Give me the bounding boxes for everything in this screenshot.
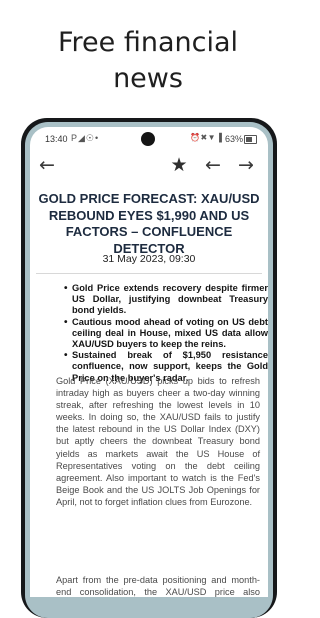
status-time: 13:40 <box>45 134 68 144</box>
back-button[interactable]: ← <box>33 151 61 179</box>
favorite-button[interactable]: ★ <box>165 151 193 179</box>
system-status-icons: ⏰✖▼▐ <box>190 133 223 142</box>
battery-icon <box>244 135 257 144</box>
promo-title-line-2: news <box>113 63 183 94</box>
divider <box>36 273 262 274</box>
previous-article-button[interactable]: ← <box>199 151 227 179</box>
status-bar: 13:40 P◢☉• ⏰✖▼▐ 63% <box>30 127 268 151</box>
key-points-list: Gold Price extends recovery despite firm… <box>63 283 268 384</box>
article-paragraph: Gold Price (XAU/USD) picks up bids to re… <box>56 376 260 507</box>
article-paragraph: Apart from the pre-data positioning and … <box>56 575 260 597</box>
notification-icons: P◢☉• <box>71 133 100 143</box>
arrow-right-icon: → <box>238 154 254 176</box>
star-icon: ★ <box>170 154 188 176</box>
battery-percent: 63% <box>225 134 244 144</box>
phone-screen: 13:40 P◢☉• ⏰✖▼▐ 63% ← ★ ← → GOLD PRICE F… <box>30 127 268 597</box>
article-headline: GOLD PRICE FORECAST: XAU/USD REBOUND EYE… <box>38 191 260 256</box>
front-camera <box>141 132 155 146</box>
article-date: 31 May 2023, 09:30 <box>102 253 196 265</box>
key-point: Cautious mood ahead of voting on US debt… <box>64 317 268 351</box>
key-point: Gold Price extends recovery despite firm… <box>64 283 268 317</box>
next-article-button[interactable]: → <box>232 151 260 179</box>
promo-title-line-1: Free financial <box>57 27 239 58</box>
article-toolbar: ← ★ ← → <box>30 151 268 181</box>
arrow-left-icon: ← <box>39 154 55 176</box>
arrow-left-icon: ← <box>205 154 221 176</box>
